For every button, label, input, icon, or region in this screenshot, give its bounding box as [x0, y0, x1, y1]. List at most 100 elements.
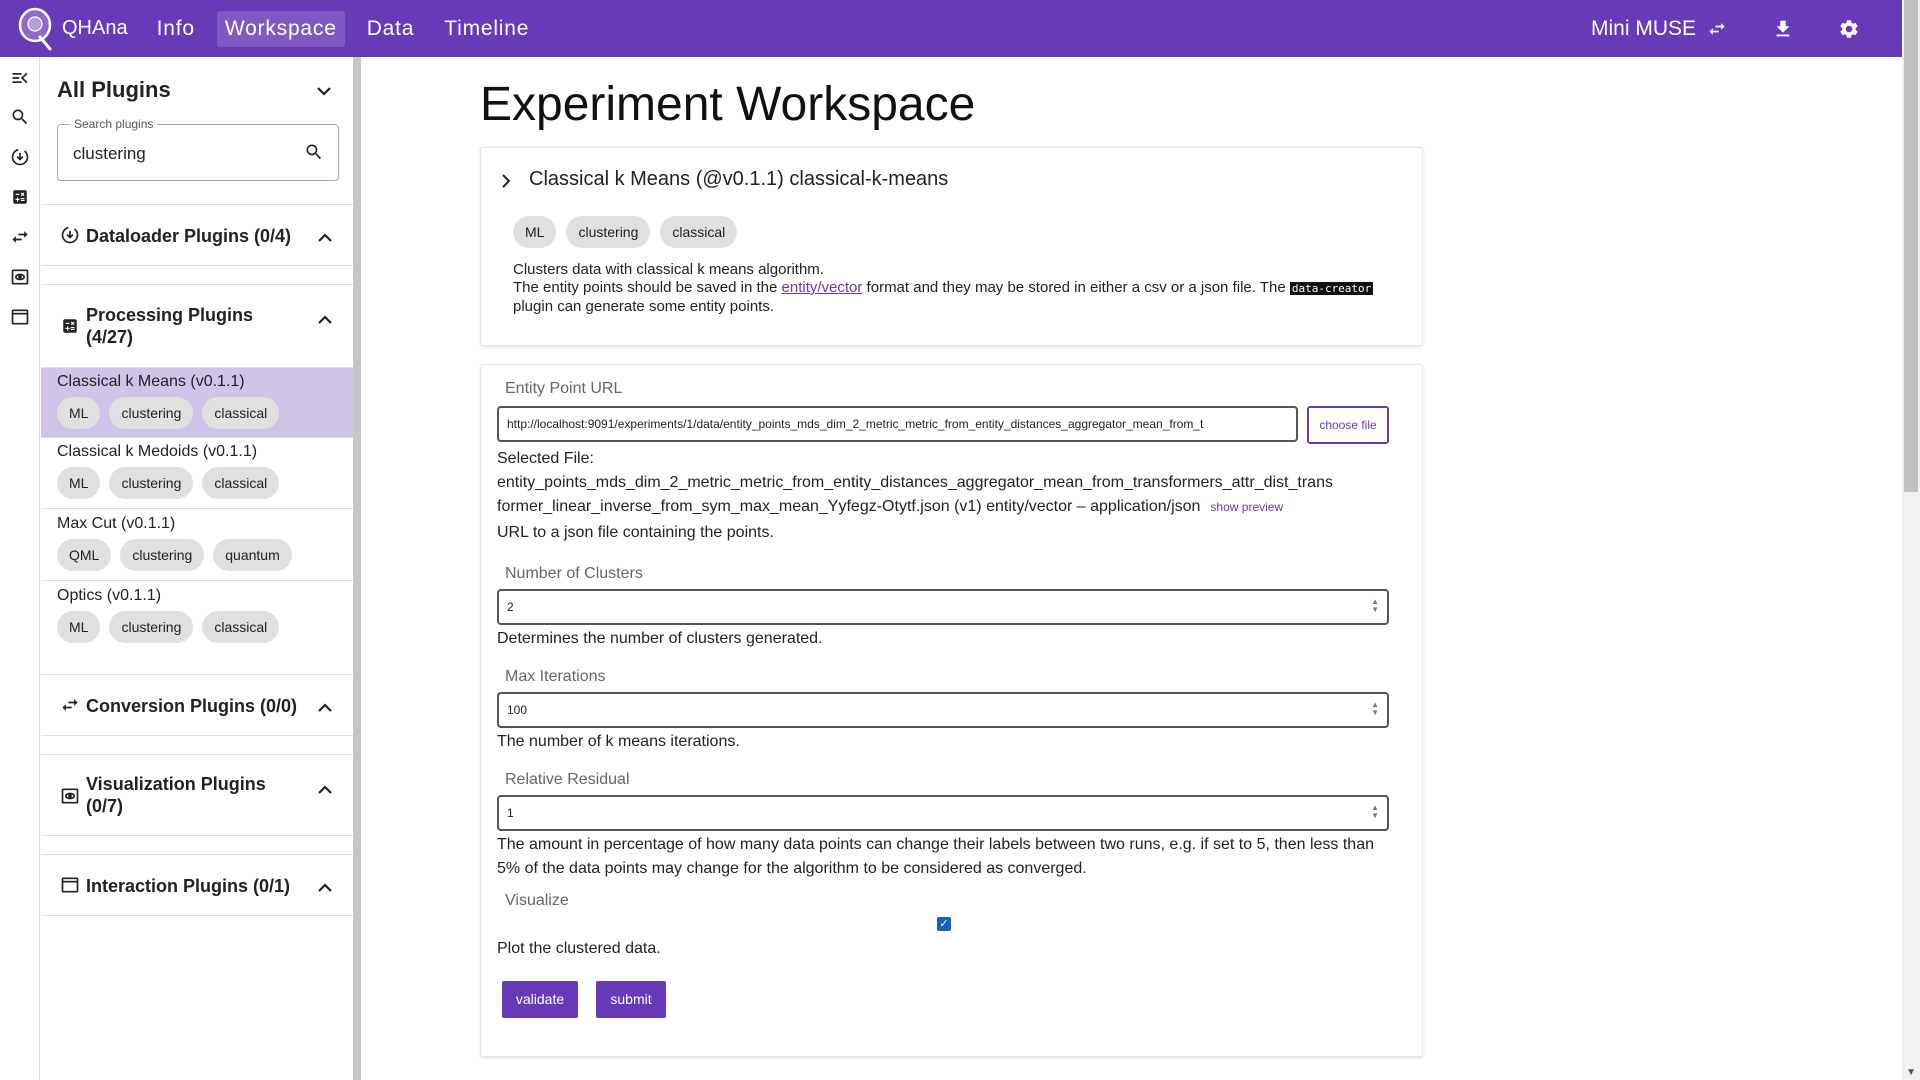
entity-url-help: URL to a json file containing the points… [497, 524, 774, 541]
window-icon[interactable] [9, 306, 31, 328]
plugin-item-max-cut[interactable]: Max Cut (v0.1.1) QML clustering quantum [41, 510, 353, 581]
tag-chip: ML [57, 611, 101, 643]
top-app-bar: QHAna Info Workspace Data Timeline Mini … [0, 0, 1902, 57]
tag-chip: ML [57, 397, 101, 429]
plugin-item-optics[interactable]: Optics (v0.1.1) ML clustering classical [41, 582, 353, 653]
nav-timeline[interactable]: Timeline [436, 11, 537, 47]
clusters-value: 2 [507, 600, 514, 614]
number-stepper-icon[interactable]: ▲ ▼ [1371, 598, 1379, 614]
choose-file-button[interactable]: choose file [1307, 406, 1389, 444]
collapse-menu-icon[interactable] [9, 67, 31, 89]
number-stepper-icon[interactable]: ▲ ▼ [1371, 804, 1379, 820]
calculator-icon[interactable] [9, 186, 31, 208]
chevron-up-icon[interactable] [318, 312, 332, 330]
tag-chip: clustering [109, 467, 194, 499]
sidebar-title[interactable]: All Plugins [57, 77, 171, 103]
description-text: format and they may be stored in either … [862, 279, 1290, 296]
entity-url-label: Entity Point URL [505, 380, 623, 397]
section-visualization[interactable]: Visualization Plugins (0/7) [41, 754, 353, 836]
plugin-item-classical-k-medoids[interactable]: Classical k Medoids (v0.1.1) ML clusteri… [41, 438, 353, 509]
residual-value: 1 [507, 806, 514, 820]
search-icon[interactable] [9, 106, 31, 128]
brand-link[interactable]: QHAna [62, 17, 128, 40]
nav-info[interactable]: Info [149, 11, 203, 47]
main-content: Experiment Workspace Classical k Means (… [361, 57, 1902, 1080]
visualize-help: Plot the clustered data. [497, 940, 661, 957]
convert-icon[interactable] [9, 226, 31, 248]
chevron-up-icon[interactable] [318, 782, 332, 800]
search-input[interactable]: clustering [73, 144, 146, 164]
tag-chip: clustering [109, 397, 194, 429]
section-interaction[interactable]: Interaction Plugins (0/1) [41, 854, 353, 916]
plugin-name: Classical k Medoids (v0.1.1) [57, 443, 258, 460]
section-processing[interactable]: Processing Plugins (4/27) [41, 284, 353, 368]
experiment-name[interactable]: Mini MUSE [1591, 17, 1696, 41]
dataloader-icon [59, 224, 81, 246]
window-icon [59, 874, 81, 896]
tag-chip: classical [660, 216, 738, 248]
validate-button[interactable]: validate [502, 981, 578, 1018]
iterations-input[interactable]: 100 ▲ ▼ [497, 692, 1389, 728]
section-title: Interaction Plugins (0/1) [86, 876, 291, 896]
residual-label: Relative Residual [505, 771, 630, 788]
visualize-checkbox[interactable]: ✓ [937, 917, 951, 931]
page-scrollbar[interactable]: ▼ [1902, 0, 1920, 1080]
section-title: Processing Plugins (4/27) [86, 305, 254, 347]
plugin-header-title[interactable]: Classical k Means (@v0.1.1) classical-k-… [529, 168, 948, 191]
chevron-up-icon[interactable] [318, 880, 332, 898]
page-title: Experiment Workspace [480, 78, 976, 131]
tag-chip: QML [57, 539, 112, 571]
tag-chip: ML [57, 467, 101, 499]
chevron-down-icon[interactable] [317, 83, 331, 101]
description-text: The entity points should be saved in the [513, 279, 782, 296]
nav-workspace[interactable]: Workspace [216, 10, 345, 47]
residual-help: The amount in percentage of how many dat… [497, 836, 1374, 877]
calculator-icon [59, 315, 81, 337]
section-title: Visualization Plugins (0/7) [86, 774, 266, 816]
data-creator-code: data-creator [1289, 282, 1374, 295]
residual-input[interactable]: 1 ▲ ▼ [497, 795, 1389, 831]
clusters-help: Determines the number of clusters genera… [497, 630, 823, 647]
search-plugins-field[interactable]: Search plugins clustering [57, 117, 339, 181]
show-preview-link[interactable]: show preview [1210, 500, 1283, 514]
section-conversion[interactable]: Conversion Plugins (0/0) [41, 674, 353, 736]
dataloader-icon[interactable] [9, 146, 31, 168]
convert-icon [59, 694, 81, 716]
plugin-name: Classical k Means (v0.1.1) [57, 373, 245, 390]
clusters-label: Number of Clusters [505, 565, 643, 582]
section-title: Conversion Plugins (0/0) [86, 696, 298, 716]
iterations-help: The number of k means iterations. [497, 733, 740, 750]
submit-button[interactable]: submit [596, 981, 666, 1018]
description-line: Clusters data with classical k means alg… [513, 261, 824, 278]
settings-gear-icon[interactable] [1836, 16, 1862, 42]
search-icon[interactable] [304, 142, 324, 167]
scrollbar-thumb[interactable] [1904, 0, 1918, 492]
section-dataloader[interactable]: Dataloader Plugins (0/4) [41, 204, 353, 266]
tag-chip: clustering [566, 216, 651, 248]
chevron-right-icon[interactable] [501, 174, 511, 193]
plugin-description-card: Classical k Means (@v0.1.1) classical-k-… [480, 147, 1423, 346]
eye-icon[interactable] [9, 266, 31, 288]
clusters-input[interactable]: 2 ▲ ▼ [497, 589, 1389, 625]
search-plugins-label: Search plugins [70, 117, 158, 131]
sidebar-resize-handle[interactable] [353, 57, 361, 1080]
qhana-logo-icon[interactable] [18, 7, 54, 51]
tag-chip: classical [202, 397, 280, 429]
selected-file-label: Selected File: [497, 450, 594, 467]
switch-experiment-icon[interactable] [1704, 16, 1730, 42]
iterations-label: Max Iterations [505, 668, 606, 685]
entity-vector-link[interactable]: entity/vector [782, 279, 863, 296]
chevron-up-icon[interactable] [318, 700, 332, 718]
download-icon[interactable] [1770, 16, 1796, 42]
icon-rail [0, 57, 40, 1080]
tag-chip: classical [202, 467, 280, 499]
plugin-name: Optics (v0.1.1) [57, 587, 162, 604]
number-stepper-icon[interactable]: ▲ ▼ [1371, 701, 1379, 717]
plugin-item-classical-k-means[interactable]: Classical k Means (v0.1.1) ML clustering… [41, 367, 353, 438]
chevron-up-icon[interactable] [318, 230, 332, 248]
tag-chip: classical [202, 611, 280, 643]
nav-data[interactable]: Data [359, 11, 423, 47]
scroll-down-icon[interactable]: ▼ [1906, 1067, 1916, 1078]
plugin-form-card: Entity Point URL http://localhost:9091/e… [480, 364, 1423, 1057]
entity-url-input[interactable]: http://localhost:9091/experiments/1/data… [497, 406, 1298, 442]
